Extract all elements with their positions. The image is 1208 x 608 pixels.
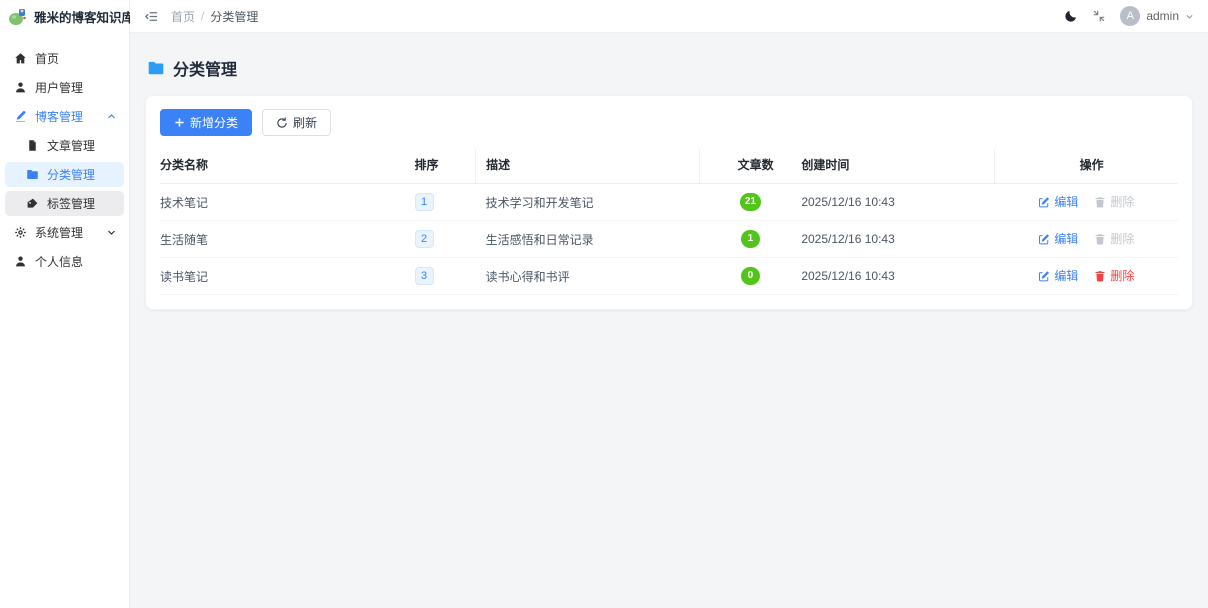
chevron-down-icon — [107, 228, 116, 237]
edit-icon — [1038, 233, 1050, 245]
category-card: 新增分类 刷新 分类名称 排序 描述 文章数 — [145, 95, 1193, 310]
folder-icon — [25, 168, 39, 181]
topbar: 首页 / 分类管理 A admin — [130, 0, 1208, 33]
order-badge: 2 — [415, 230, 434, 248]
blog-icon — [13, 110, 27, 123]
folder-icon — [147, 59, 165, 77]
table-row: 技术笔记 1 技术学习和开发笔记 21 2025/12/16 10:43 编辑 — [160, 184, 1178, 221]
sidebar-item-categories[interactable]: 分类管理 — [5, 162, 124, 187]
created-time: 2025/12/16 10:43 — [801, 258, 994, 295]
trash-icon — [1094, 270, 1106, 282]
refresh-button[interactable]: 刷新 — [262, 109, 331, 136]
delete-button: 删除 — [1094, 230, 1134, 247]
table-row: 生活随笔 2 生活感悟和日常记录 1 2025/12/16 10:43 编辑 — [160, 221, 1178, 258]
sidebar-item-home[interactable]: 首页 — [5, 46, 124, 71]
header-name: 分类名称 — [160, 149, 415, 184]
sidebar-item-system[interactable]: 系统管理 — [5, 220, 124, 245]
avatar: A — [1120, 6, 1140, 26]
category-description: 生活感悟和日常记录 — [476, 221, 700, 258]
sidebar-item-label: 文章管理 — [47, 137, 95, 154]
sidebar-item-label: 系统管理 — [35, 224, 83, 241]
created-time: 2025/12/16 10:43 — [801, 184, 994, 221]
article-count-badge: 0 — [741, 267, 760, 285]
edit-label: 编辑 — [1054, 267, 1078, 284]
edit-button[interactable]: 编辑 — [1038, 267, 1078, 284]
home-icon — [13, 52, 27, 65]
category-description: 技术学习和开发笔记 — [476, 184, 700, 221]
article-count-badge: 21 — [740, 193, 761, 211]
sidebar-item-profile[interactable]: 个人信息 — [5, 249, 124, 274]
app-window: 雅米的博客知识库 首页 用户管理 博客管理 — [0, 0, 1208, 608]
table-header-row: 分类名称 排序 描述 文章数 创建时间 操作 — [160, 149, 1178, 184]
app-title: 雅米的博客知识库 — [34, 7, 134, 26]
plus-icon — [174, 117, 185, 128]
fullscreen-icon[interactable] — [1092, 9, 1106, 23]
trash-icon — [1094, 196, 1106, 208]
delete-label: 删除 — [1110, 230, 1134, 247]
chevron-up-icon — [107, 112, 116, 121]
delete-label: 删除 — [1110, 267, 1134, 284]
edit-button[interactable]: 编辑 — [1038, 230, 1078, 247]
app-logo: 雅米的博客知识库 — [0, 0, 129, 33]
sidebar: 雅米的博客知识库 首页 用户管理 博客管理 — [0, 0, 130, 608]
chevron-down-icon — [1185, 12, 1194, 21]
trash-icon — [1094, 233, 1106, 245]
add-category-button[interactable]: 新增分类 — [160, 109, 252, 136]
breadcrumb-current: 分类管理 — [210, 8, 258, 25]
delete-button: 删除 — [1094, 193, 1134, 210]
breadcrumb-home[interactable]: 首页 — [171, 8, 195, 25]
username: admin — [1146, 9, 1179, 23]
sidebar-collapse-icon[interactable] — [144, 9, 159, 24]
sidebar-menu: 首页 用户管理 博客管理 文章 — [0, 33, 129, 278]
header-count: 文章数 — [700, 149, 802, 184]
category-table: 分类名称 排序 描述 文章数 创建时间 操作 技术笔记 1 技术学习和开发笔记 — [160, 149, 1178, 295]
sidebar-item-blog[interactable]: 博客管理 — [5, 104, 124, 129]
tag-icon — [25, 197, 39, 210]
refresh-icon — [276, 117, 288, 129]
order-badge: 3 — [415, 267, 434, 285]
sidebar-item-label: 标签管理 — [47, 195, 95, 212]
user-icon — [13, 81, 27, 94]
page-title: 分类管理 — [173, 56, 237, 80]
add-category-label: 新增分类 — [190, 114, 238, 131]
edit-icon — [1038, 270, 1050, 282]
table-row: 读书笔记 3 读书心得和书评 0 2025/12/16 10:43 编辑 — [160, 258, 1178, 295]
user-menu[interactable]: A admin — [1120, 6, 1194, 26]
breadcrumb: 首页 / 分类管理 — [171, 8, 258, 25]
edit-icon — [1038, 196, 1050, 208]
header-actions: 操作 — [995, 149, 1178, 184]
category-name: 生活随笔 — [160, 221, 415, 258]
document-icon — [25, 139, 39, 152]
header-order: 排序 — [415, 149, 476, 184]
refresh-label: 刷新 — [293, 114, 317, 131]
header-created: 创建时间 — [801, 149, 994, 184]
category-name: 读书笔记 — [160, 258, 415, 295]
sidebar-item-users[interactable]: 用户管理 — [5, 75, 124, 100]
logo-mascot-icon — [8, 7, 28, 27]
category-name: 技术笔记 — [160, 184, 415, 221]
edit-label: 编辑 — [1054, 193, 1078, 210]
user-icon — [13, 255, 27, 268]
sidebar-item-label: 个人信息 — [35, 253, 83, 270]
breadcrumb-separator: / — [201, 9, 204, 23]
edit-label: 编辑 — [1054, 230, 1078, 247]
gear-icon — [13, 226, 27, 239]
sidebar-item-label: 分类管理 — [47, 166, 95, 183]
delete-label: 删除 — [1110, 193, 1134, 210]
sidebar-item-label: 用户管理 — [35, 79, 83, 96]
sidebar-item-tags[interactable]: 标签管理 — [5, 191, 124, 216]
sidebar-item-label: 首页 — [35, 50, 59, 67]
article-count-badge: 1 — [741, 230, 760, 248]
order-badge: 1 — [415, 193, 434, 211]
main-content: 分类管理 新增分类 刷新 分 — [130, 33, 1208, 608]
sidebar-item-label: 博客管理 — [35, 108, 83, 125]
sidebar-item-articles[interactable]: 文章管理 — [5, 133, 124, 158]
category-description: 读书心得和书评 — [476, 258, 700, 295]
delete-button[interactable]: 删除 — [1094, 267, 1134, 284]
header-description: 描述 — [476, 149, 700, 184]
created-time: 2025/12/16 10:43 — [801, 221, 994, 258]
edit-button[interactable]: 编辑 — [1038, 193, 1078, 210]
dark-mode-icon[interactable] — [1064, 9, 1078, 23]
